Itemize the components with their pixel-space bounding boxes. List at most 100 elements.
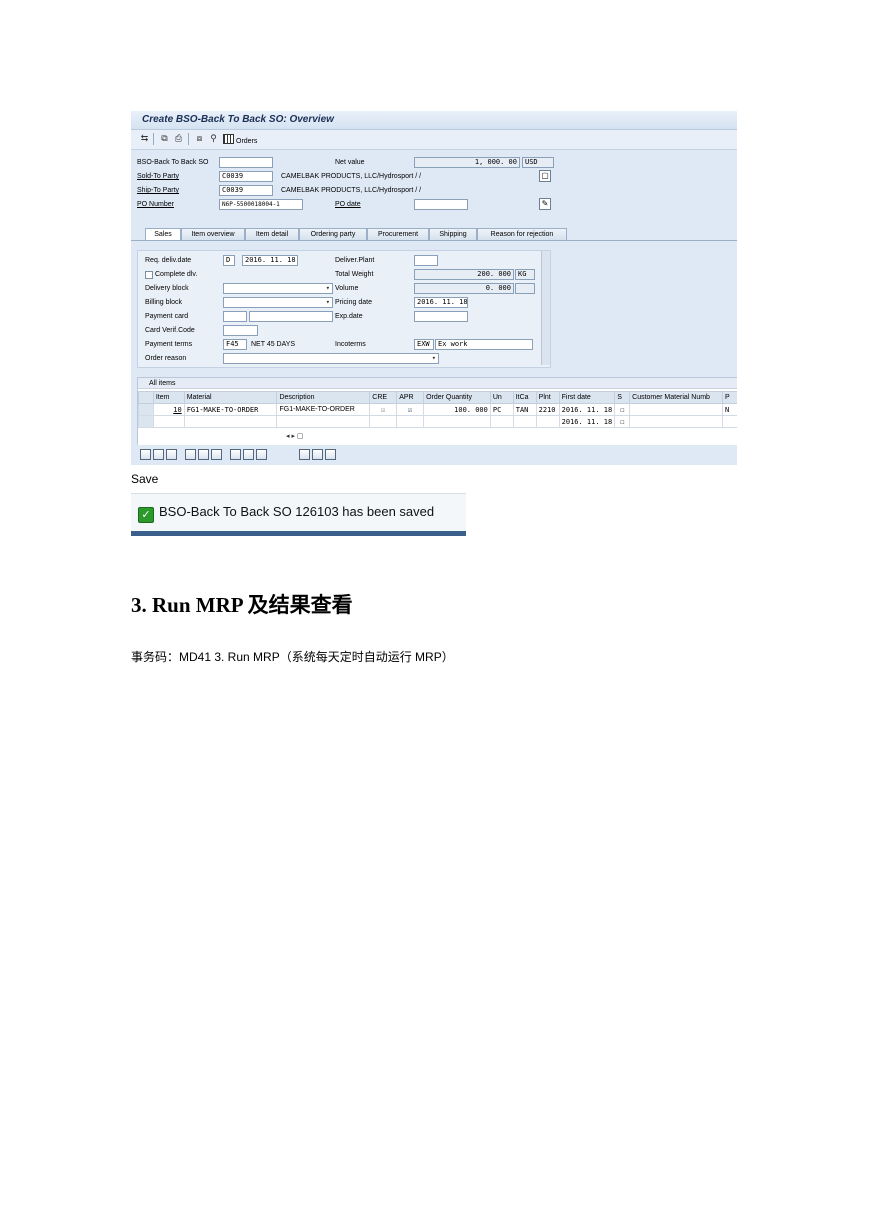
col-description[interactable]: Description (276, 391, 371, 404)
header-text-icon[interactable]: ▢ (539, 170, 551, 182)
po-number-field[interactable]: N6P-5500018004-1 (219, 199, 303, 210)
deselect-all-icon[interactable] (166, 449, 177, 460)
edit-icon[interactable]: ✎ (539, 198, 551, 210)
tab-shipping[interactable]: Shipping (429, 228, 477, 240)
tab-ordering-party[interactable]: Ordering party (299, 228, 367, 240)
sold-to-field[interactable]: C0039 (219, 171, 273, 182)
items-grid-title: All items (138, 378, 737, 389)
tab-reason-for-rejection[interactable]: Reason for rejection (477, 228, 567, 240)
plant-cell[interactable]: 2210 (535, 403, 560, 416)
material-cell[interactable] (183, 415, 278, 428)
col-customer-material[interactable]: Customer Material Numb (629, 391, 723, 404)
schedule-lines-icon[interactable] (312, 449, 323, 460)
complete-dlv-checkbox[interactable] (145, 271, 153, 279)
configuration-icon[interactable] (299, 449, 310, 460)
s-checkbox[interactable]: ☐ (620, 418, 624, 426)
incoterms-code-field[interactable]: EXW (414, 339, 434, 350)
item-detail-icon[interactable] (140, 449, 151, 460)
table-settings-icon[interactable] (256, 449, 267, 460)
select-all-icon[interactable] (153, 449, 164, 460)
bso-number-field[interactable] (219, 157, 273, 168)
po-number-label[interactable]: PO Number (137, 201, 174, 208)
payment-card-type-field[interactable] (223, 311, 247, 322)
payment-terms-field[interactable]: F45 (223, 339, 247, 350)
sort-ascending-icon[interactable] (230, 449, 241, 460)
tab-item-detail[interactable]: Item detail (245, 228, 299, 240)
apr-cell[interactable] (396, 415, 425, 428)
first-date-cell[interactable]: 2016. 11. 18 (558, 415, 616, 428)
sort-descending-icon[interactable] (243, 449, 254, 460)
display-change-icon[interactable]: ⇆ (139, 133, 150, 144)
horizontal-scroll-arrows-icon[interactable]: ◂ ▸ ▢ (286, 432, 304, 440)
col-itca[interactable]: ItCa (512, 391, 537, 404)
deliver-plant-field[interactable] (414, 255, 438, 266)
col-item[interactable]: Item (152, 391, 185, 404)
item-cell[interactable] (152, 415, 185, 428)
conditions-icon[interactable] (325, 449, 336, 460)
quantity-cell[interactable]: 100. 000 (423, 403, 491, 416)
itca-cell[interactable] (512, 415, 537, 428)
description-cell[interactable]: FG1-MAKE-TO-ORDER (276, 403, 371, 416)
table-row[interactable]: 10 FG1-MAKE-TO-ORDER FG1-MAKE-TO-ORDER ☑… (138, 403, 737, 416)
ship-to-label[interactable]: Ship-To Party (137, 187, 179, 194)
itca-cell[interactable]: TAN (512, 403, 537, 416)
cre-checkmark-icon: ☑ (381, 405, 386, 414)
status-bar-strip (131, 531, 466, 536)
col-un[interactable]: Un (489, 391, 514, 404)
document-flow-icon[interactable]: ⧉ (159, 133, 170, 144)
s-checkbox[interactable]: ☐ (620, 406, 624, 414)
col-plnt[interactable]: Plnt (535, 391, 560, 404)
tab-procurement[interactable]: Procurement (367, 228, 429, 240)
exp-date-field[interactable] (414, 311, 468, 322)
item-cell[interactable]: 10 (152, 403, 185, 416)
delete-item-icon[interactable] (185, 449, 196, 460)
req-deliv-date-field[interactable]: 2016. 11. 18 (242, 255, 298, 266)
material-cell[interactable]: FG1-MAKE-TO-ORDER (183, 403, 278, 416)
col-p[interactable]: P (722, 391, 737, 404)
tab-item-overview[interactable]: Item overview (181, 228, 245, 240)
po-date-label[interactable]: PO date (335, 201, 361, 208)
billing-block-select[interactable] (223, 297, 333, 308)
apr-cell[interactable]: ☑ (396, 403, 425, 416)
delivery-block-select[interactable] (223, 283, 333, 294)
p-cell[interactable] (722, 415, 737, 428)
quantity-cell[interactable] (423, 415, 491, 428)
first-date-cell[interactable]: 2016. 11. 18 (558, 403, 616, 416)
payment-card-number-field[interactable] (249, 311, 333, 322)
req-deliv-date-type-field[interactable]: D (223, 255, 235, 266)
unit-cell[interactable]: PC (489, 403, 514, 416)
col-order-quantity[interactable]: Order Quantity (423, 391, 491, 404)
row-selector[interactable] (138, 415, 154, 428)
card-verif-field[interactable] (223, 325, 258, 336)
header-icon[interactable]: ⧈ (194, 133, 205, 144)
col-first-date[interactable]: First date (558, 391, 616, 404)
pricing-date-field[interactable]: 2016. 11. 18 (414, 297, 468, 308)
table-row[interactable]: 2016. 11. 18 ☐ (138, 415, 737, 428)
col-material[interactable]: Material (183, 391, 278, 404)
row-selector[interactable] (138, 403, 154, 416)
orders-button[interactable]: Orders (223, 134, 257, 145)
print-icon[interactable]: ⎙ (173, 133, 184, 144)
ship-to-field[interactable]: C0039 (219, 185, 273, 196)
s-cell[interactable]: ☐ (614, 415, 631, 428)
col-cre[interactable]: CRE (369, 391, 398, 404)
customer-material-cell[interactable] (629, 415, 723, 428)
vertical-scrollbar[interactable] (541, 251, 550, 365)
col-s[interactable]: S (614, 391, 631, 404)
sold-to-label[interactable]: Sold-To Party (137, 173, 179, 180)
order-reason-select[interactable] (223, 353, 439, 364)
col-apr[interactable]: APR (396, 391, 425, 404)
plant-cell[interactable] (535, 415, 560, 428)
p-cell[interactable]: N (722, 403, 737, 416)
volume-label: Volume (335, 285, 359, 292)
description-cell[interactable] (276, 415, 371, 428)
copy-item-icon[interactable] (211, 449, 222, 460)
po-date-field[interactable] (414, 199, 468, 210)
s-cell[interactable]: ☐ (614, 403, 631, 416)
incoterms-text-field[interactable]: Ex work (435, 339, 533, 350)
insert-item-icon[interactable] (198, 449, 209, 460)
partners-icon[interactable]: ⚲ (208, 133, 219, 144)
tab-sales[interactable]: Sales (145, 228, 181, 240)
customer-material-cell[interactable] (629, 403, 723, 416)
unit-cell[interactable] (489, 415, 514, 428)
